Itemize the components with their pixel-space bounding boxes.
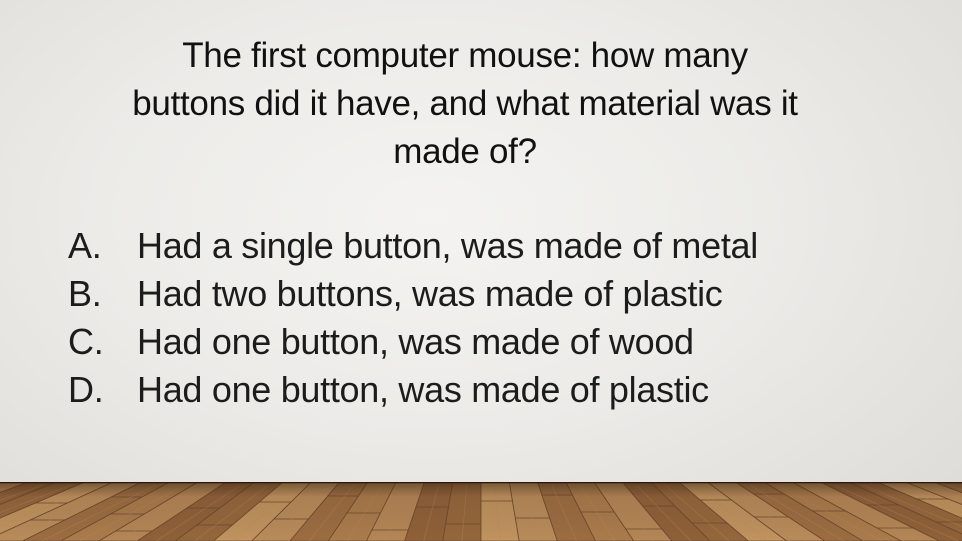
wood-floor-decoration — [0, 482, 962, 541]
question-title: The first computer mouse: how many butto… — [60, 32, 870, 176]
answer-letter: D. — [68, 369, 104, 410]
question-line: buttons did it have, and what material w… — [132, 84, 798, 123]
slide: The first computer mouse: how many butto… — [0, 0, 962, 541]
answer-letter: B. — [68, 273, 102, 314]
answer-text: Had a single button, was made of metal — [137, 225, 758, 266]
question-line: The first computer mouse: how many — [182, 36, 748, 75]
answer-option-d: D. Had one button, was made of plastic — [68, 366, 928, 414]
answer-text: Had two buttons, was made of plastic — [137, 273, 723, 314]
answer-letter: C. — [68, 321, 104, 362]
answer-letter: A. — [68, 225, 102, 266]
answer-option-a: A. Had a single button, was made of meta… — [68, 222, 928, 270]
answer-option-b: B. Had two buttons, was made of plastic — [68, 270, 928, 318]
answer-list: A. Had a single button, was made of meta… — [68, 222, 928, 414]
question-line: made of? — [393, 132, 537, 171]
answer-text: Had one button, was made of wood — [137, 321, 694, 362]
answer-text: Had one button, was made of plastic — [137, 369, 709, 410]
answer-option-c: C. Had one button, was made of wood — [68, 318, 928, 366]
